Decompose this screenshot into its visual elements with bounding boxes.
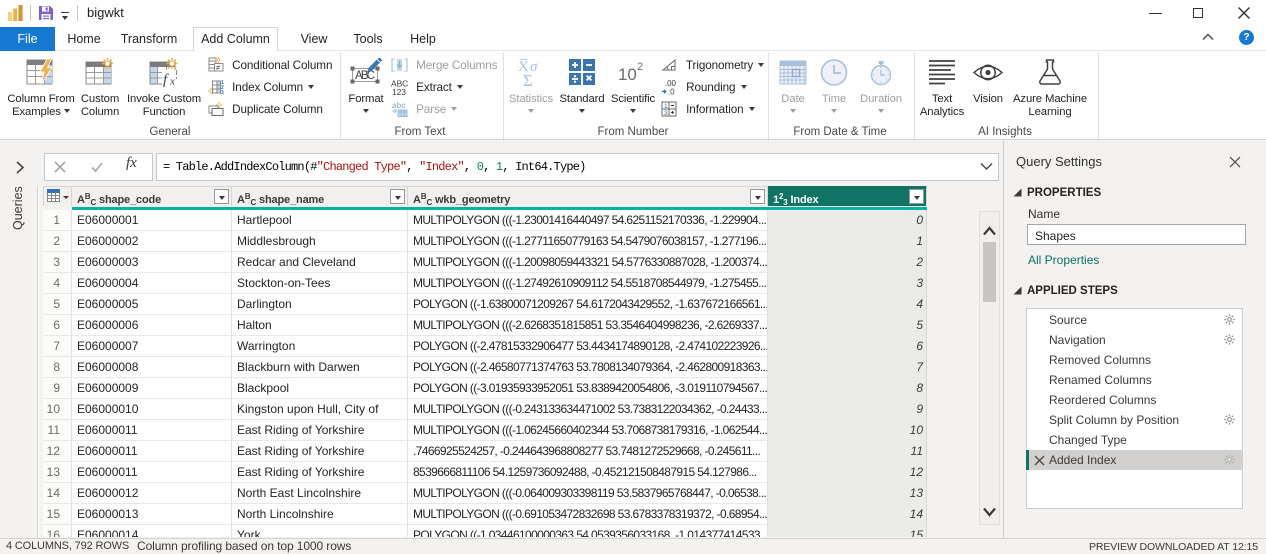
svg-text:2: 2 bbox=[637, 61, 643, 73]
svg-text:3: 3 bbox=[221, 90, 224, 95]
svg-text:3: 3 bbox=[664, 110, 668, 117]
svg-text:≠: ≠ bbox=[216, 63, 221, 72]
svg-text:1: 1 bbox=[664, 103, 668, 110]
svg-text:abc: abc bbox=[392, 101, 406, 110]
svg-text:123: 123 bbox=[392, 87, 406, 95]
svg-text:x: x bbox=[169, 76, 175, 88]
svg-text:ABC: ABC bbox=[355, 70, 375, 82]
svg-text:.0: .0 bbox=[668, 88, 675, 96]
svg-text:10: 10 bbox=[618, 65, 637, 84]
svg-text:Σ: Σ bbox=[523, 71, 533, 87]
